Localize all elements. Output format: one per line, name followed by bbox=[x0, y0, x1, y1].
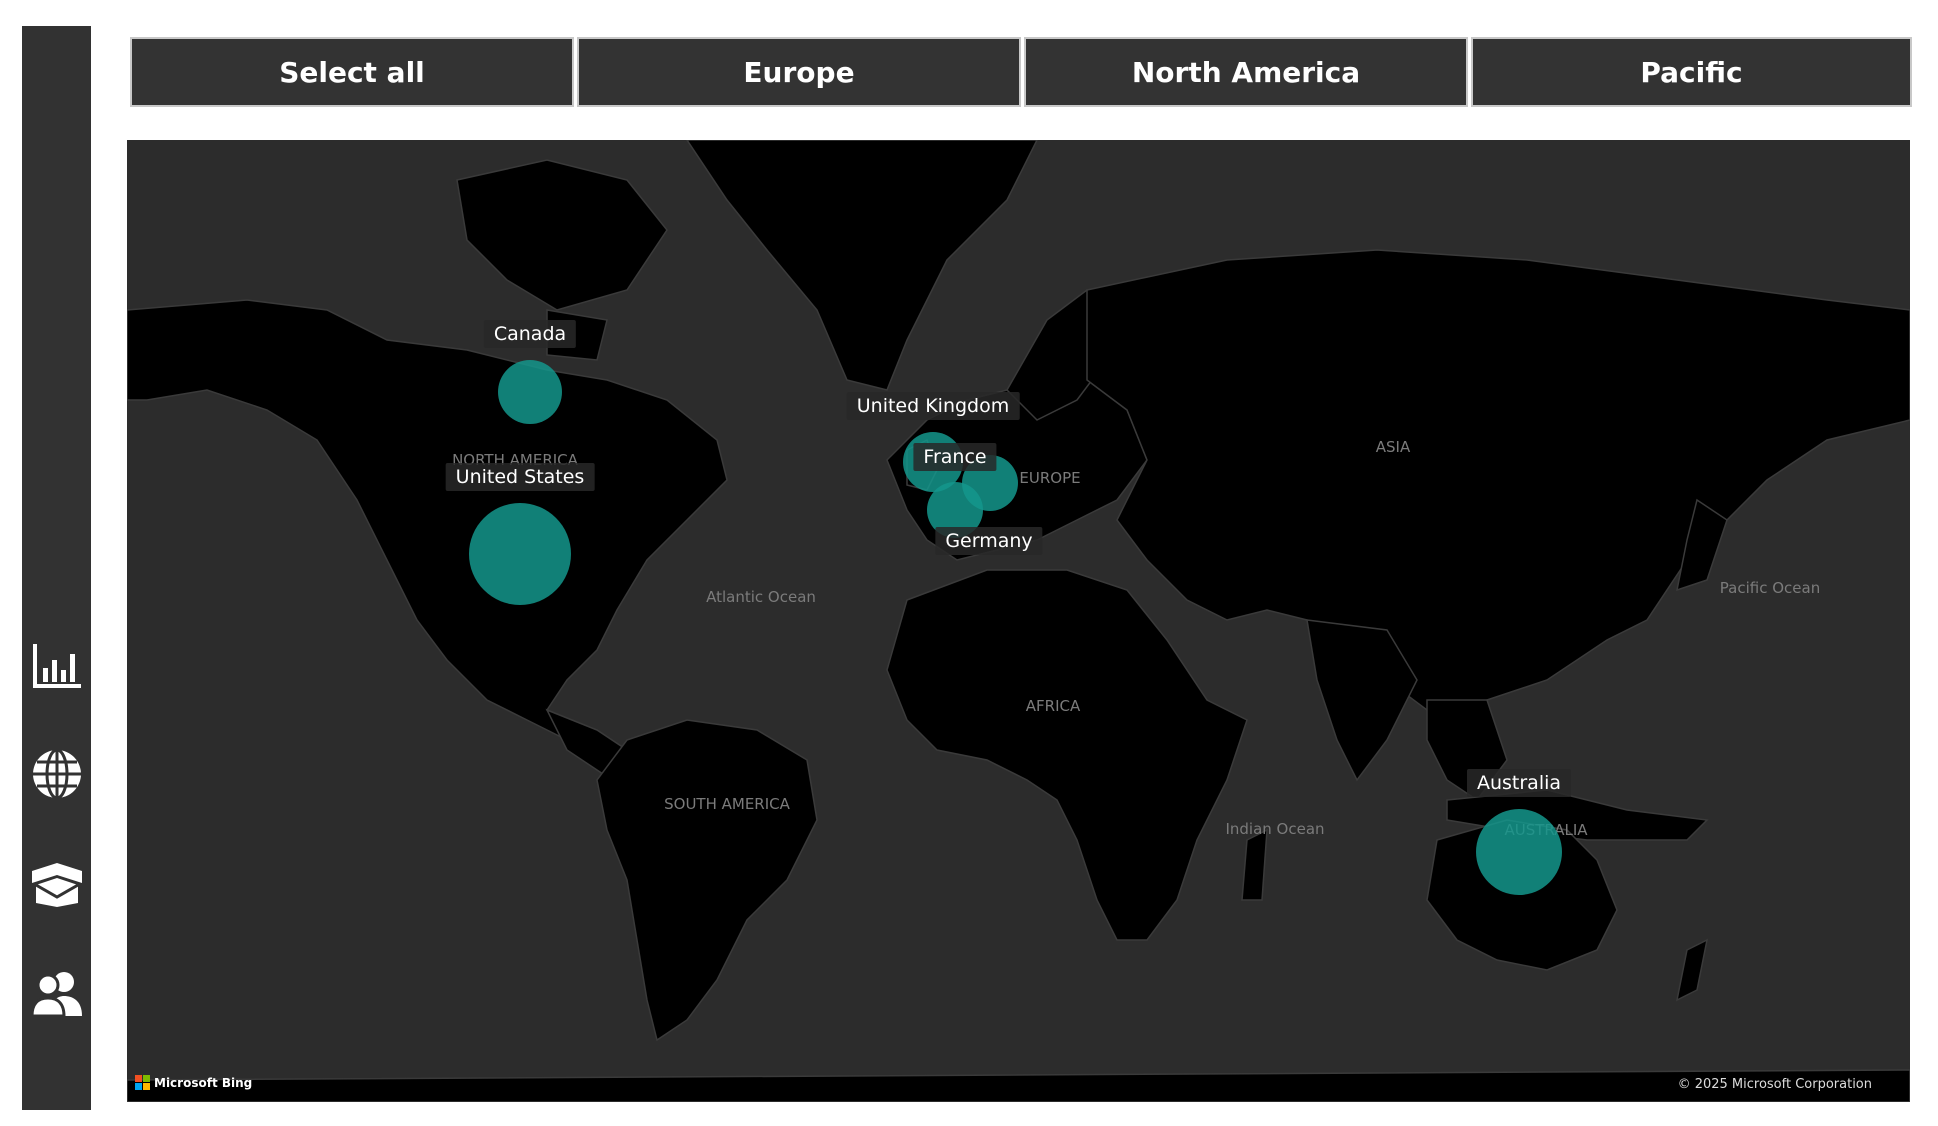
region-label-europe: EUROPE bbox=[1019, 469, 1081, 487]
label-united-kingdom: United Kingdom bbox=[846, 392, 1020, 420]
slicer-select-all[interactable]: Select all bbox=[130, 37, 574, 107]
sidebar bbox=[22, 26, 91, 1110]
bar-chart-icon[interactable] bbox=[22, 636, 91, 696]
world-map[interactable]: NORTH AMERICA Atlantic Ocean SOUTH AMERI… bbox=[127, 140, 1910, 1102]
bubble-united-states[interactable] bbox=[469, 503, 571, 605]
region-label-indian-ocean: Indian Ocean bbox=[1225, 820, 1325, 838]
world-map-land bbox=[127, 140, 1910, 1102]
label-australia: Australia bbox=[1466, 769, 1572, 797]
label-canada: Canada bbox=[483, 320, 577, 348]
bubble-australia[interactable] bbox=[1476, 809, 1562, 895]
bing-text: Microsoft Bing bbox=[154, 1075, 253, 1090]
label-united-states: United States bbox=[445, 463, 595, 491]
label-france: France bbox=[913, 443, 997, 471]
region-label-atlantic-ocean: Atlantic Ocean bbox=[706, 588, 816, 606]
slicer-north-america[interactable]: North America bbox=[1024, 37, 1468, 107]
region-label-pacific-ocean: Pacific Ocean bbox=[1719, 579, 1821, 597]
bubble-canada[interactable] bbox=[498, 360, 562, 424]
package-icon[interactable] bbox=[22, 854, 91, 914]
region-label-asia: ASIA bbox=[1375, 438, 1411, 456]
label-germany: Germany bbox=[935, 527, 1043, 555]
region-label-south-america: SOUTH AMERICA bbox=[664, 795, 790, 813]
slicer-pacific[interactable]: Pacific bbox=[1471, 37, 1912, 107]
bing-attribution[interactable]: Microsoft Bing bbox=[135, 1075, 252, 1090]
microsoft-logo-icon bbox=[135, 1075, 150, 1090]
copyright-text: © 2025 Microsoft Corporation bbox=[1677, 1077, 1872, 1092]
region-label-africa: AFRICA bbox=[1025, 697, 1081, 715]
people-icon[interactable] bbox=[22, 964, 91, 1024]
slicer-europe[interactable]: Europe bbox=[577, 37, 1021, 107]
globe-icon[interactable] bbox=[22, 744, 91, 804]
